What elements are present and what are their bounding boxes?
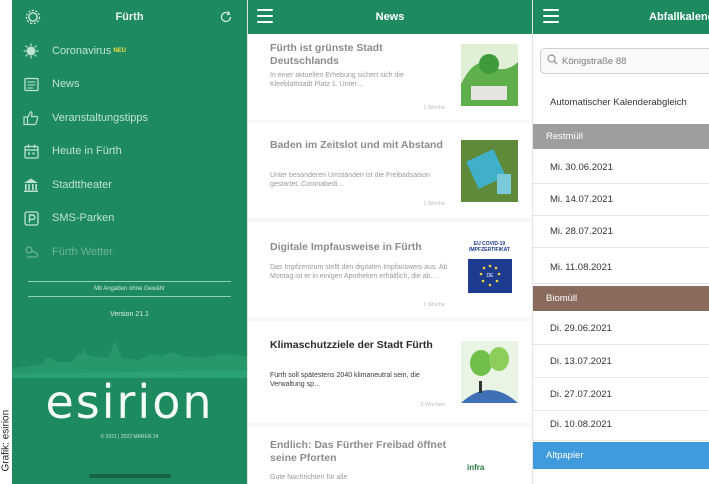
news-list-item[interactable]: Fürth ist grünste Stadt Deutschlands In … <box>248 34 532 120</box>
esirion-logo: esirion <box>45 375 214 429</box>
news-item-title: Digitale Impfausweise in Fürth <box>270 241 422 253</box>
sidebar-divider <box>28 295 231 297</box>
eu-flag-icon: DE <box>467 259 512 293</box>
calendar-header: Abfallkalender <box>533 0 709 34</box>
pickup-date-row[interactable]: Di. 13.07.2021 <box>533 346 709 378</box>
virus-icon <box>22 42 40 60</box>
sidebar-divider <box>28 280 231 282</box>
sidebar-item-label: Veranstaltungstipps <box>52 111 149 124</box>
news-item-text: Unter besonderen Umständen ist die Freib… <box>270 172 430 188</box>
address-search-box[interactable] <box>540 48 709 74</box>
sidebar-disclaimer: Mit Angaben ohne Gewähr <box>93 285 166 292</box>
new-badge: NEU <box>113 47 126 54</box>
news-panel: News Fürth ist grünste Stadt Deutschland… <box>247 0 532 484</box>
sidebar-item-label: Heute in Fürth <box>52 145 122 158</box>
thumbs-up-icon <box>22 109 40 127</box>
news-header: News <box>248 0 532 34</box>
section-header-altpapier: Altpapier <box>533 442 709 469</box>
sidebar-item-veranstaltungstipps[interactable]: Veranstaltungstipps <box>12 101 247 135</box>
news-list-item[interactable]: Digitale Impfausweise in Fürth Das Impfz… <box>248 222 532 317</box>
sidebar-item-label: Stadttheater <box>52 178 112 191</box>
parking-icon <box>22 209 40 227</box>
sidebar-panel: Fürth Coronavirus NEU News Veranstaltungs… <box>12 0 247 484</box>
news-item-title: Endlich: Das Fürther Freibad öffnet sein… <box>270 439 447 464</box>
news-thumbnail-swimming-pool <box>461 140 518 202</box>
hamburger-menu-icon[interactable] <box>257 9 273 23</box>
credit-text: Grafik: esirion <box>0 409 12 472</box>
sidebar-footer: © 2021 | 2022 MAREN 24 <box>100 434 159 440</box>
news-item-title: Klimaschutzziele der Stadt Fürth <box>270 339 433 351</box>
news-list-item[interactable]: Baden im Zeitslot und mit Abstand Unter … <box>248 123 532 218</box>
news-thumbnail-green-city <box>461 44 518 106</box>
infra-logo: infra <box>467 463 485 472</box>
section-header-restmuell: Restmüll <box>533 124 709 149</box>
waste-calendar-panel: Abfallkalender Automatischer Kalenderabg… <box>532 0 709 484</box>
section-header-biomuell: Biomüll <box>533 286 709 311</box>
city-skyline-graphic <box>12 340 247 378</box>
theater-icon <box>22 176 40 194</box>
news-item-age: 1 Woche <box>423 302 445 308</box>
sidebar-item-sms-parken[interactable]: SMS-Parken <box>12 202 247 236</box>
weather-icon <box>22 243 40 261</box>
sidebar-item-label: News <box>52 78 80 91</box>
news-item-text: Das Impfzentrum stellt den digitalen Imp… <box>270 264 448 280</box>
sidebar-item-coronavirus[interactable]: Coronavirus NEU <box>12 34 247 68</box>
gear-icon[interactable] <box>22 6 44 28</box>
pickup-date-row[interactable]: Di. 10.08.2021 <box>533 409 709 441</box>
news-item-age: 1 Woche <box>423 201 445 207</box>
pickup-date-row[interactable]: Mi. 14.07.2021 <box>533 184 709 216</box>
search-icon <box>547 54 558 68</box>
calendar-title: Abfallkalender <box>649 11 709 23</box>
home-indicator <box>89 474 171 478</box>
news-title: News <box>375 11 405 23</box>
news-item-text: In einer aktuellen Erhebung sichert sich… <box>270 72 404 88</box>
image-credit: Grafik: esirion <box>0 0 12 484</box>
news-item-age: 1 Woche <box>423 105 445 111</box>
news-item-title: Baden im Zeitslot und mit Abstand <box>270 139 443 151</box>
sidebar-header: Fürth <box>12 0 247 34</box>
news-thumbnail-freibad: infra <box>461 441 518 481</box>
news-list-item[interactable]: Endlich: Das Fürther Freibad öffnet sein… <box>248 427 532 484</box>
sidebar-item-fuerth-wetter[interactable]: Fürth Wetter <box>12 235 247 269</box>
pickup-date-row[interactable]: Mi. 30.06.2021 <box>533 152 709 184</box>
sidebar-item-news[interactable]: News <box>12 68 247 102</box>
pickup-date-row[interactable]: Mi. 28.07.2021 <box>533 216 709 248</box>
auto-calendar-sync-row[interactable]: Automatischer Kalenderabgleich <box>533 85 709 119</box>
hamburger-menu-icon[interactable] <box>543 9 559 23</box>
pickup-date-row[interactable]: Di. 27.07.2021 <box>533 379 709 411</box>
sidebar-item-label: SMS-Parken <box>52 212 115 225</box>
pickup-date-row[interactable]: Mi. 11.08.2021 <box>533 252 709 284</box>
refresh-icon[interactable] <box>215 6 237 28</box>
eu-certificate-caption: EU COVID-19 IMPFZERTIFIKAT <box>469 241 510 253</box>
news-item-title: Fürth ist grünste Stadt Deutschlands <box>270 42 383 67</box>
sidebar-title: Fürth <box>115 11 144 23</box>
sidebar-item-label: Coronavirus <box>52 44 112 57</box>
pickup-date-row[interactable]: Di. 29.06.2021 <box>533 313 709 345</box>
sidebar-item-label: Fürth Wetter <box>52 245 113 258</box>
sidebar-menu: Coronavirus NEU News Veranstaltungstipps … <box>12 34 247 269</box>
sidebar-item-heute-in-fuerth[interactable]: Heute in Fürth <box>12 135 247 169</box>
news-item-age: 3 Wochen <box>420 402 445 408</box>
news-item-text: Fürth soll spätestens 2040 klimaneutral … <box>270 372 420 388</box>
news-thumbnail-eu-certificate: EU COVID-19 IMPFZERTIFIKAT DE <box>461 237 518 299</box>
version-label: Version 21.1 <box>110 310 149 318</box>
news-list-item[interactable]: Klimaschutzziele der Stadt Fürth Fürth s… <box>248 321 532 423</box>
svg-text:DE: DE <box>486 273 494 279</box>
address-search-input[interactable] <box>562 55 702 67</box>
calendar-icon <box>22 142 40 160</box>
news-item-text: Gute Nachrichten für alle <box>270 474 348 481</box>
newspaper-icon <box>22 75 40 93</box>
news-thumbnail-climate <box>461 341 518 403</box>
sidebar-item-stadttheater[interactable]: Stadttheater <box>12 168 247 202</box>
